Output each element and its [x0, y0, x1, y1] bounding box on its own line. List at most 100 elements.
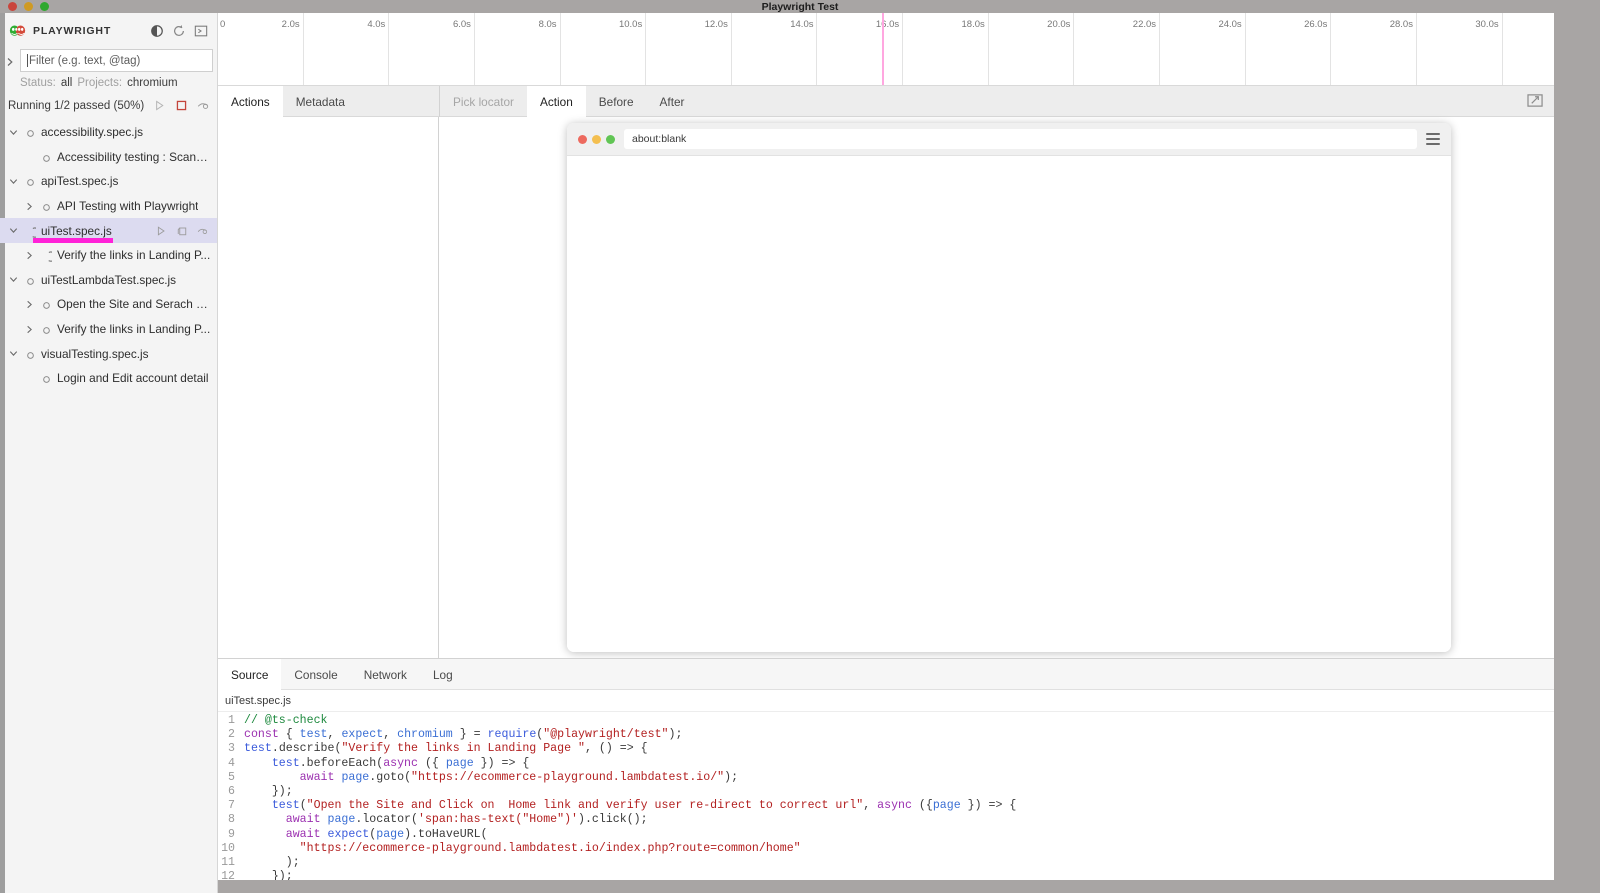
timeline-position-marker[interactable]	[881, 13, 884, 85]
popout-icon[interactable]	[1527, 93, 1544, 108]
sidebar-filter-row: Filter (e.g. text, @tag)	[4, 49, 213, 72]
code-line-number: 11	[221, 855, 235, 869]
chevron-down-icon[interactable]	[6, 274, 21, 285]
tab-network[interactable]: Network	[351, 659, 420, 690]
tab-console[interactable]: Console	[281, 659, 350, 690]
tab-actions[interactable]: Actions	[218, 86, 283, 117]
code-line: 3 test.describe("Verify the links in Land…	[218, 742, 1554, 756]
watch-row-icon[interactable]	[197, 224, 211, 238]
tab-metadata[interactable]: Metadata	[283, 86, 358, 117]
chevron-down-icon[interactable]	[6, 225, 21, 236]
tree-row[interactable]: uiTestLambdaTest.spec.js	[0, 268, 217, 293]
chevron-down-icon[interactable]	[6, 176, 21, 187]
tree-row-label: visualTesting.spec.js	[41, 346, 149, 361]
projects-label: Projects:	[77, 77, 123, 89]
run-row-icon[interactable]	[155, 224, 169, 238]
playwright-logo-icon	[9, 23, 26, 40]
tab-after[interactable]: After	[647, 86, 698, 117]
tab-before[interactable]: Before	[586, 86, 647, 117]
code-line-number: 9	[228, 827, 235, 841]
filter-input[interactable]: Filter (e.g. text, @tag)	[20, 49, 213, 72]
reload-icon[interactable]	[172, 24, 186, 38]
tree-row[interactable]: Verify the links in Landing P...	[0, 243, 217, 268]
status-spinner-icon	[41, 249, 56, 262]
chevron-down-icon[interactable]	[6, 348, 21, 359]
browser-mock-traffic-lights	[578, 134, 615, 144]
sidebar-status-row: Status: all Projects: chromium	[0, 72, 217, 94]
filter-text-caret	[27, 54, 28, 67]
browser-mock-viewport	[567, 156, 1451, 652]
tab-pick-locator[interactable]: Pick locator	[440, 86, 527, 117]
copy-row-icon[interactable]	[176, 224, 190, 238]
watch-icon[interactable]	[197, 99, 210, 113]
status-circle-icon	[25, 126, 37, 138]
tabgroup-right[interactable]: Pick locator Action Before After	[440, 86, 697, 117]
theme-toggle-icon[interactable]	[150, 24, 164, 38]
tree-row-label: uiTestLambdaTest.spec.js	[41, 272, 177, 287]
tree-row[interactable]: Accessibility testing : Scanni...	[0, 145, 217, 170]
code-line-text: test.beforeEach(async ({ page }) => {	[271, 756, 530, 770]
run-icon[interactable]	[153, 99, 166, 113]
dock-tabbar[interactable]: Source Console Network Log	[218, 659, 1554, 690]
tree-row-actions[interactable]	[155, 224, 211, 238]
filter-expand-chevron-icon[interactable]	[4, 55, 16, 67]
code-line: 4 test.beforeEach(async ({ page }) => {	[218, 757, 1554, 771]
actions-panel[interactable]	[218, 117, 439, 658]
code-line-number: 2	[228, 728, 235, 742]
chevron-down-icon[interactable]	[6, 127, 21, 138]
tab-log[interactable]: Log	[420, 659, 466, 690]
main-tabbar: Actions Metadata Pick locator Action Before…	[218, 86, 1554, 117]
chevron-right-icon[interactable]	[22, 324, 37, 335]
tree-row[interactable]: visualTesting.spec.js	[0, 341, 217, 366]
tabgroup-left[interactable]: Actions Metadata	[218, 86, 358, 117]
tree-row-label: Open the Site and Serach th...	[57, 297, 211, 312]
tree-row-label: apiTest.spec.js	[41, 174, 119, 189]
sidebar-header: PLAYWRIGHT	[0, 13, 217, 49]
code-line-number: 6	[228, 784, 235, 798]
tree-row[interactable]: Login and Edit account detail	[0, 366, 217, 391]
tree-row[interactable]: uiTest.spec.js	[0, 218, 217, 243]
code-line-text: );	[244, 855, 300, 869]
tree-row[interactable]: Open the Site and Serach th...	[0, 292, 217, 317]
status-circle-icon	[41, 200, 53, 212]
source-horizontal-scrollbar[interactable]	[218, 880, 1554, 893]
console-icon[interactable]	[194, 24, 208, 38]
tree-row-label: uiTest.spec.js	[41, 223, 112, 238]
chevron-right-icon[interactable]	[22, 201, 37, 212]
tree-row-label: Verify the links in Landing P...	[57, 248, 211, 263]
browser-close-icon	[578, 134, 587, 144]
tree-row[interactable]: Verify the links in Landing P...	[0, 317, 217, 342]
chevron-right-icon[interactable]	[22, 299, 37, 310]
test-tree[interactable]: accessibility.spec.js Accessibility testi…	[0, 118, 217, 893]
sidebar: PLAYWRIGHT Filter (e.g. text, @tag) Stat…	[0, 13, 218, 893]
code-line: 8 await page.locator('span:has-text("Hom…	[218, 813, 1554, 827]
tree-row-label: Verify the links in Landing P...	[57, 322, 211, 337]
status-label: Status:	[20, 77, 56, 89]
browser-url-bar[interactable]: about:blank	[624, 129, 1417, 149]
stop-icon[interactable]	[175, 99, 188, 113]
hamburger-menu-icon[interactable]	[1426, 133, 1440, 145]
tree-row-label: API Testing with Playwright	[57, 199, 199, 214]
timeline-ruler[interactable]: 0 2.0s 4.0s 6.0s 8.0s 10.0s 12.0s 14.0s 16.0s 18…	[218, 13, 1554, 86]
code-line: 6 });	[218, 785, 1554, 799]
right-gutter	[1554, 13, 1600, 893]
status-circle-icon	[25, 274, 37, 286]
chevron-right-icon[interactable]	[22, 250, 37, 261]
status-circle-icon	[41, 151, 53, 163]
tree-row[interactable]: apiTest.spec.js	[0, 169, 217, 194]
source-code-view[interactable]: 1 // @ts-check 2 const { test, expect, chro…	[218, 712, 1554, 884]
code-line-text: await page.locator('span:has-text("Home"…	[285, 813, 648, 827]
tab-source[interactable]: Source	[218, 659, 282, 690]
status-value[interactable]: all	[61, 77, 73, 89]
tree-row[interactable]: API Testing with Playwright	[0, 194, 217, 219]
projects-value[interactable]: chromium	[127, 77, 177, 89]
status-circle-icon	[25, 348, 37, 360]
browser-maximize-icon	[606, 134, 615, 144]
status-spinner-icon	[25, 225, 40, 238]
code-line-number: 10	[221, 841, 235, 855]
code-line-text: // @ts-check	[244, 714, 328, 727]
tree-row[interactable]: accessibility.spec.js	[0, 120, 217, 145]
code-line-number: 5	[228, 770, 235, 784]
tab-action[interactable]: Action	[526, 86, 586, 117]
timeline-tick: 30.0s	[218, 13, 1503, 85]
